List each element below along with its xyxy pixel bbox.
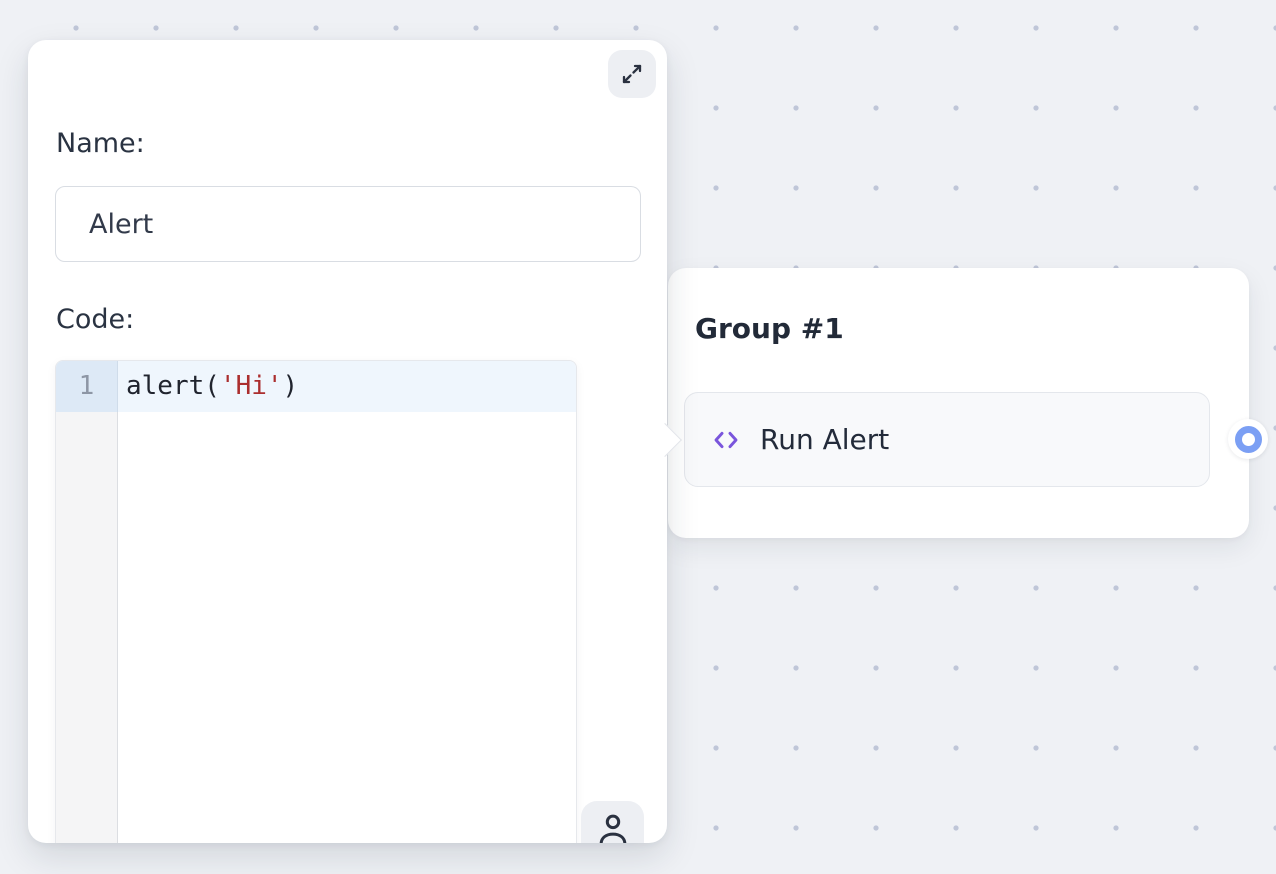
- code-editor[interactable]: 1 alert('Hi'): [55, 360, 577, 843]
- code-token: alert(: [126, 371, 220, 401]
- expand-button[interactable]: [608, 50, 656, 98]
- code-line-content[interactable]: alert('Hi'): [118, 361, 576, 412]
- name-field-label: Name:: [56, 128, 145, 159]
- node-run-alert[interactable]: Run Alert: [684, 392, 1210, 487]
- node-editor-popover: Name: Code: 1 alert('Hi'): [28, 40, 667, 843]
- group-title: Group #1: [695, 312, 844, 345]
- code-field-label: Code:: [56, 304, 134, 335]
- code-line-1[interactable]: 1 alert('Hi'): [56, 361, 576, 412]
- person-icon: [594, 810, 632, 843]
- output-connection-handle[interactable]: [1228, 419, 1268, 459]
- name-input[interactable]: [55, 186, 641, 262]
- code-icon: [710, 424, 742, 456]
- flow-canvas[interactable]: Group #1 Run Alert: [0, 0, 1276, 874]
- user-button[interactable]: [581, 801, 644, 843]
- editor-gutter: [56, 361, 118, 843]
- code-token: ): [283, 371, 299, 401]
- expand-diagonal-icon: [620, 62, 644, 86]
- code-token-string: 'Hi': [220, 371, 283, 401]
- line-number: 1: [56, 361, 118, 412]
- handle-ring-icon: [1235, 426, 1262, 453]
- node-label: Run Alert: [760, 423, 889, 456]
- group-card[interactable]: Group #1 Run Alert: [668, 268, 1249, 538]
